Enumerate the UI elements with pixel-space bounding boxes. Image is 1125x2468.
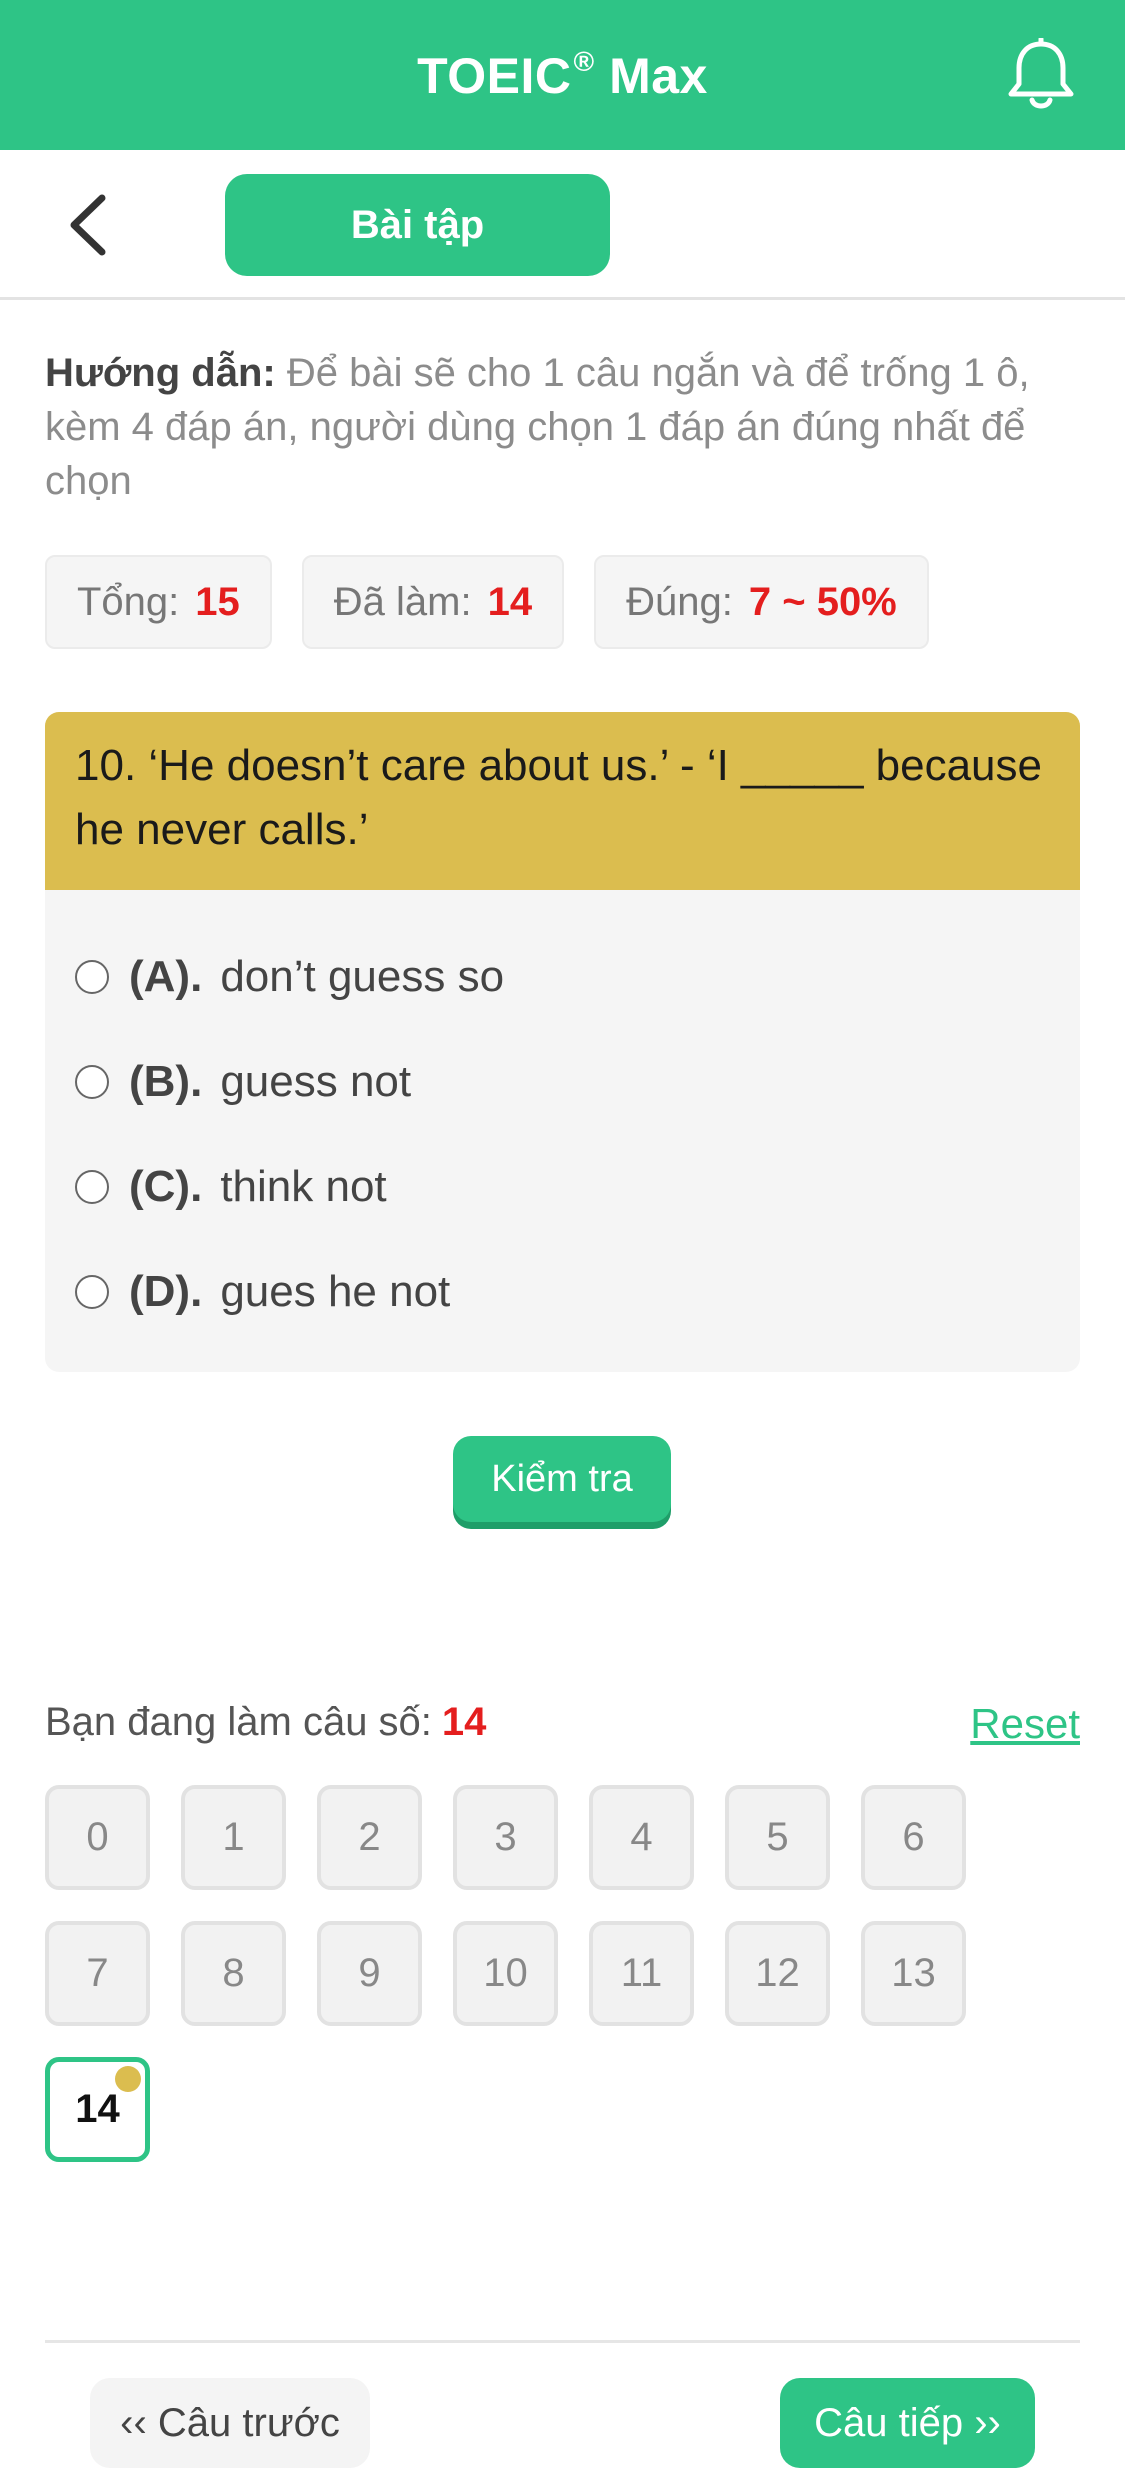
stat-done-value: 14 xyxy=(487,579,533,624)
stat-correct: Đúng: 7 ~ 50% xyxy=(594,555,929,649)
option-label: (A). xyxy=(129,951,203,1001)
question-number-button[interactable]: 11 xyxy=(589,1921,694,2026)
question-number-button[interactable]: 0 xyxy=(45,1785,150,1890)
radio-button[interactable] xyxy=(75,1274,109,1309)
question-number-button[interactable]: 2 xyxy=(317,1785,422,1890)
question-number-button[interactable]: 12 xyxy=(725,1921,830,2026)
registered-mark: ® xyxy=(573,45,595,77)
stat-done-label: Đã làm: xyxy=(333,579,472,624)
radio-button[interactable] xyxy=(75,959,109,994)
option-b[interactable]: (B). guess not xyxy=(45,1029,1080,1134)
question-number-button[interactable]: 5 xyxy=(725,1785,830,1890)
option-text: guess not xyxy=(220,1056,412,1106)
previous-question-button[interactable]: ‹‹ Câu trước xyxy=(90,2378,370,2468)
current-question-number: 14 xyxy=(441,1700,487,1744)
exercise-tab-button[interactable]: Bài tập xyxy=(225,174,610,276)
stat-correct-label: Đúng: xyxy=(626,579,733,624)
question-number-button[interactable]: 1 xyxy=(181,1785,286,1890)
stat-correct-value: 7 ~ 50% xyxy=(748,579,897,624)
back-arrow-icon[interactable] xyxy=(62,192,118,258)
question-number-button[interactable]: 10 xyxy=(453,1921,558,2026)
question-number-button[interactable]: 3 xyxy=(453,1785,558,1890)
check-answer-button[interactable]: Kiểm tra xyxy=(453,1436,671,1522)
app-title-main: TOEIC xyxy=(417,47,572,104)
stats-row: Tổng: 15 Đã làm: 14 Đúng: 7 ~ 50% xyxy=(45,555,929,649)
stat-total: Tổng: 15 xyxy=(45,555,272,649)
question-number-button[interactable]: 13 xyxy=(861,1921,966,2026)
stat-total-label: Tổng: xyxy=(77,579,180,624)
app-title: TOEIC® Max xyxy=(417,46,708,105)
question-number-button[interactable]: 7 xyxy=(45,1921,150,2026)
option-d[interactable]: (D). gues he not xyxy=(45,1239,1080,1344)
divider xyxy=(45,2340,1080,2343)
question-number-button[interactable]: 9 xyxy=(317,1921,422,2026)
option-text: don’t guess so xyxy=(220,951,505,1001)
reset-link[interactable]: Reset xyxy=(970,1700,1080,1748)
app-bar: TOEIC® Max xyxy=(0,0,1125,150)
question-number-label: 14 xyxy=(75,2087,120,2131)
sub-header: Bài tập xyxy=(0,150,1125,300)
option-a[interactable]: (A). don’t guess so xyxy=(45,924,1080,1029)
question-card: 10. ‘He doesn’t care about us.’ - ‘I ___… xyxy=(45,712,1080,1372)
option-text: gues he not xyxy=(220,1266,451,1316)
option-label: (D). xyxy=(129,1266,203,1316)
question-number-button[interactable]: 4 xyxy=(589,1785,694,1890)
question-number-button[interactable]: 8 xyxy=(181,1921,286,2026)
option-text: think not xyxy=(220,1161,387,1211)
current-indicator-dot xyxy=(115,2066,141,2092)
question-number-button-active[interactable]: 14 xyxy=(45,2057,150,2162)
radio-button[interactable] xyxy=(75,1064,109,1099)
option-label: (C). xyxy=(129,1161,203,1211)
next-question-button[interactable]: Câu tiếp ›› xyxy=(780,2378,1035,2468)
answer-options: (A). don’t guess so (B). guess not (C). … xyxy=(45,890,1080,1344)
question-text: 10. ‘He doesn’t care about us.’ - ‘I ___… xyxy=(45,712,1080,890)
question-number-button[interactable]: 6 xyxy=(861,1785,966,1890)
option-label: (B). xyxy=(129,1056,203,1106)
progress-row: Bạn đang làm câu số: 14 Reset xyxy=(45,1700,1080,1760)
stat-total-value: 15 xyxy=(195,579,240,624)
app-title-suffix: Max xyxy=(609,47,708,104)
instructions-label: Hướng dẫn: xyxy=(45,351,276,395)
instructions: Hướng dẫn: Để bài sẽ cho 1 câu ngắn và đ… xyxy=(45,346,1085,508)
question-number-grid: 0 1 2 3 4 5 6 7 8 9 10 11 12 13 14 xyxy=(45,1785,1045,2162)
current-question-label: Bạn đang làm câu số: xyxy=(45,1700,432,1744)
stat-done: Đã làm: 14 xyxy=(301,555,565,649)
option-c[interactable]: (C). think not xyxy=(45,1134,1080,1239)
bell-icon[interactable] xyxy=(1005,36,1077,112)
radio-button[interactable] xyxy=(75,1169,109,1204)
